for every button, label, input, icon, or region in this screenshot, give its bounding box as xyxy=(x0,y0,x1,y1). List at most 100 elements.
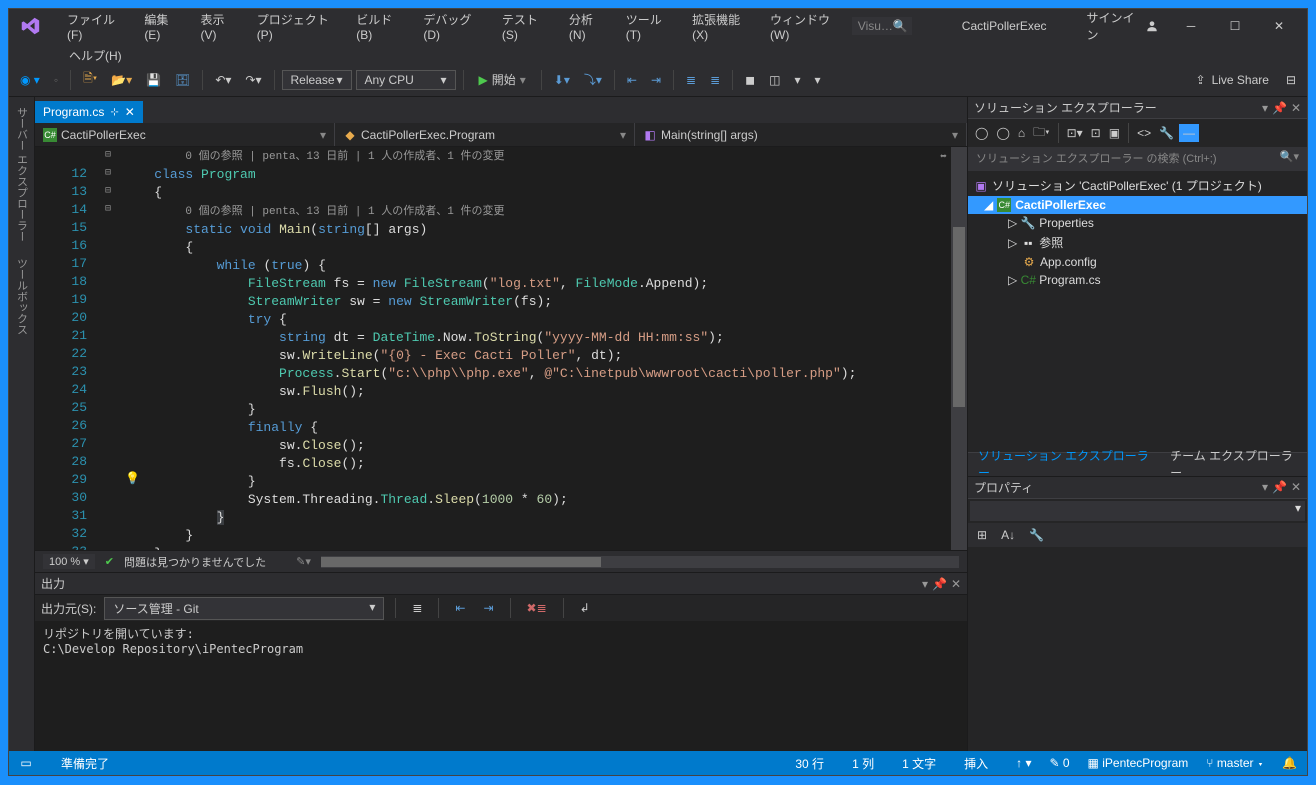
nav-project-combo[interactable]: C# CactiPollerExec▾ xyxy=(35,123,335,146)
nav-back-button[interactable]: ◉ ▾ xyxy=(15,70,45,90)
start-debug-button[interactable]: ▶ 開始 ▾ xyxy=(471,68,534,91)
output-goto-button[interactable]: ≣ xyxy=(407,598,427,618)
menu-build[interactable]: ビルド(B) xyxy=(346,7,413,46)
bookmark-button[interactable]: ◼ xyxy=(740,70,760,90)
code-button[interactable]: <> xyxy=(1134,124,1154,142)
home-button[interactable]: ⌂ xyxy=(1015,124,1028,142)
fwd-button[interactable]: ◯ xyxy=(993,124,1012,142)
undo-button[interactable]: ↶▾ xyxy=(210,70,236,90)
expander-icon[interactable]: ▷ xyxy=(1008,273,1017,287)
output-text[interactable]: リポジトリを開いています: C:\Develop Repository\iPen… xyxy=(35,621,967,751)
split-icon[interactable]: ⬌ xyxy=(940,149,947,164)
tree-project[interactable]: ◢ C# CactiPollerExec xyxy=(968,196,1307,214)
vertical-scrollbar[interactable] xyxy=(951,147,967,550)
tree-solution-root[interactable]: ▣ ソリューション 'CactiPollerExec' (1 プロジェクト) xyxy=(968,175,1307,196)
step-over-button[interactable]: ⤵▾ xyxy=(579,68,607,91)
uncomment-button[interactable]: ≣ xyxy=(705,70,725,90)
showall-button[interactable]: ⊡▾ xyxy=(1064,124,1086,142)
status-repo[interactable]: ▦ iPentecProgram xyxy=(1088,756,1189,770)
output-wrap-button[interactable]: ↲ xyxy=(575,598,595,618)
save-button[interactable]: 💾 xyxy=(141,70,166,90)
properties-grid[interactable] xyxy=(968,547,1307,752)
comment-button[interactable]: ≣ xyxy=(681,70,701,90)
indent-out-button[interactable]: ⇤ xyxy=(622,70,642,90)
indent-in-button[interactable]: ⇥ xyxy=(646,70,666,90)
tree-appconfig[interactable]: ⚙ App.config xyxy=(968,253,1307,271)
close-icon[interactable]: ✕ xyxy=(1291,480,1301,494)
sync-button[interactable]: 🗀▾ xyxy=(1030,121,1052,146)
menu-project[interactable]: プロジェクト(P) xyxy=(247,7,347,46)
properties-button[interactable]: 🔧 xyxy=(1156,124,1177,142)
save-all-button[interactable]: 🗄 xyxy=(170,70,195,90)
solution-search[interactable]: ソリューション エクスプローラー の検索 (Ctrl+;) 🔍▾ xyxy=(968,147,1307,171)
properties-object-combo[interactable]: ▾ xyxy=(970,501,1305,521)
pin-icon[interactable]: 📌 xyxy=(1272,101,1287,115)
code-editor[interactable]: 1213141516171819202122232425262728293031… xyxy=(35,147,967,550)
menu-view[interactable]: 表示(V) xyxy=(191,7,247,46)
menu-debug[interactable]: デバッグ(D) xyxy=(413,7,492,46)
expander-icon[interactable]: ▷ xyxy=(1008,236,1017,250)
bookmark-next-button[interactable]: ▾ xyxy=(789,70,805,90)
menu-tools[interactable]: ツール(T) xyxy=(616,7,682,46)
close-button[interactable]: ✕ xyxy=(1257,12,1301,40)
output-window-icon[interactable]: ▭ xyxy=(19,756,33,770)
server-explorer-tab[interactable]: サーバー エクスプローラー xyxy=(11,101,33,248)
status-changes[interactable]: ✎ 0 xyxy=(1049,756,1069,770)
new-project-button[interactable]: 🗎▾ xyxy=(78,66,102,93)
redo-button[interactable]: ↷▾ xyxy=(240,70,266,90)
output-clear-button[interactable]: ✖≣ xyxy=(522,598,552,618)
close-icon[interactable]: ✕ xyxy=(1291,101,1301,115)
maximize-button[interactable]: ☐ xyxy=(1213,12,1257,40)
horizontal-scrollbar[interactable] xyxy=(321,556,959,568)
liveshare-button[interactable]: ⇪ Live Share xyxy=(1186,70,1277,90)
dropdown-icon[interactable]: ▾ xyxy=(1262,480,1268,494)
bookmark-prev-button[interactable]: ◫ xyxy=(764,70,785,90)
code-text[interactable]: 0 個の参照 | penta、13 日前 | 1 人の作成者、1 件の変更 cl… xyxy=(119,147,951,550)
file-tab-program[interactable]: Program.cs ⊹ ✕ xyxy=(35,101,143,123)
nav-fwd-button[interactable]: ◦ xyxy=(49,70,63,90)
menu-extensions[interactable]: 拡張機能(X) xyxy=(682,7,760,46)
menu-edit[interactable]: 編集(E) xyxy=(134,7,190,46)
menu-file[interactable]: ファイル(F) xyxy=(57,7,134,46)
status-branch[interactable]: ⑂ master ▾ xyxy=(1206,756,1264,770)
config-dropdown[interactable]: Release▾ xyxy=(282,70,352,90)
dropdown-icon[interactable]: ▾ xyxy=(922,577,928,591)
categorize-button[interactable]: ⊞ xyxy=(972,525,992,545)
bookmark-clear-button[interactable]: ▾ xyxy=(809,70,825,90)
nav-class-combo[interactable]: ◆ CactiPollerExec.Program▾ xyxy=(335,123,635,146)
dropdown-icon[interactable]: ▾ xyxy=(1262,101,1268,115)
signin-button[interactable]: サインイン xyxy=(1087,9,1160,43)
close-tab-icon[interactable]: ✕ xyxy=(125,105,135,119)
menu-analyze[interactable]: 分析(N) xyxy=(559,7,616,46)
menu-window[interactable]: ウィンドウ(W) xyxy=(760,7,852,46)
platform-dropdown[interactable]: Any CPU▾ xyxy=(356,70,456,90)
back-button[interactable]: ◯ xyxy=(972,124,991,142)
minimize-button[interactable]: ─ xyxy=(1169,12,1213,40)
pin-icon[interactable]: 📌 xyxy=(932,577,947,591)
props-wrench-button[interactable]: 🔧 xyxy=(1024,525,1049,545)
tree-properties[interactable]: ▷ 🔧 Properties xyxy=(968,214,1307,232)
quick-launch-search[interactable]: Visu… 🔍 xyxy=(852,17,912,35)
output-prev-button[interactable]: ⇤ xyxy=(450,598,470,618)
alphabetize-button[interactable]: A↓ xyxy=(996,525,1020,545)
pin-icon[interactable]: ⊹ xyxy=(110,107,118,118)
close-icon[interactable]: ✕ xyxy=(951,577,961,591)
lightbulb-icon[interactable]: 💡 xyxy=(125,471,140,486)
preview-button[interactable]: — xyxy=(1179,124,1199,142)
tree-program-cs[interactable]: ▷ C# Program.cs xyxy=(968,271,1307,289)
refresh-button[interactable]: ⊡ xyxy=(1088,124,1104,142)
collapse-button[interactable]: ▣ xyxy=(1106,124,1123,142)
toolbox-tab[interactable]: ツールボックス xyxy=(11,252,33,341)
menu-test[interactable]: テスト(S) xyxy=(492,7,559,46)
zoom-dropdown[interactable]: 100 % ▾ xyxy=(43,554,95,569)
feedback-button[interactable]: ⊟ xyxy=(1281,70,1301,90)
output-source-dropdown[interactable]: ソース管理 - Git▾ xyxy=(104,597,384,620)
menu-help[interactable]: ヘルプ(H) xyxy=(59,43,132,63)
expander-icon[interactable]: ◢ xyxy=(984,198,993,212)
status-add-button[interactable]: ↑ ▾ xyxy=(1016,756,1031,770)
notifications-icon[interactable]: 🔔 xyxy=(1282,756,1297,770)
expander-icon[interactable]: ▷ xyxy=(1008,216,1017,230)
nav-method-combo[interactable]: ◧ Main(string[] args)▾ xyxy=(635,123,967,146)
output-next-button[interactable]: ⇥ xyxy=(478,598,498,618)
solution-tree[interactable]: ▣ ソリューション 'CactiPollerExec' (1 プロジェクト) ◢… xyxy=(968,173,1307,452)
